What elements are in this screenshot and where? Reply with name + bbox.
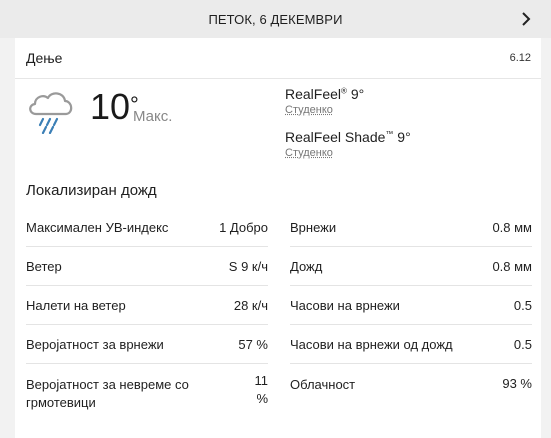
trademark-mark: ™ — [385, 129, 393, 138]
detail-value: 0.5 — [514, 298, 532, 313]
details-right-column: Врнежи 0.8 мм Дожд 0.8 мм Часови на врне… — [290, 208, 532, 422]
detail-row: Часови на врнежи 0.5 — [290, 286, 532, 325]
period-date: 6.12 — [510, 52, 531, 64]
detail-row: Веројатност за врнежи 57 % — [26, 325, 268, 364]
detail-value: 0.8 мм — [492, 259, 532, 274]
period-label: Дење — [26, 50, 62, 66]
detail-value: 1 Добро — [219, 220, 268, 235]
detail-value: S 9 к/ч — [229, 259, 268, 274]
detail-label: Максимален УВ-индекс — [26, 220, 168, 235]
detail-label: Дожд — [290, 259, 322, 274]
temperature: 10° — [90, 87, 139, 127]
detail-row: Часови на врнежи од дожд 0.5 — [290, 325, 532, 364]
period-header: Дење 6.12 — [15, 38, 541, 79]
trademark-mark: ® — [341, 86, 347, 95]
detail-value: 0.8 мм — [492, 220, 532, 235]
realfeel: RealFeel® 9° Студенко — [285, 86, 364, 116]
temperature-label: Макс. — [133, 108, 172, 125]
detail-row: Дожд 0.8 мм — [290, 247, 532, 286]
detail-value: 0.5 — [514, 337, 532, 352]
detail-row: Ветер S 9 к/ч — [26, 247, 268, 286]
realfeel-value: 9° — [351, 86, 364, 102]
current-conditions: 10° Макс. RealFeel® 9° Студенко RealFeel… — [15, 79, 541, 179]
forecast-card: Дење 6.12 10° Макс. RealFeel® 9° Студенк… — [15, 38, 541, 438]
detail-label: Облачност — [290, 376, 475, 394]
detail-label: Веројатност за врнежи — [26, 337, 164, 352]
realfeel-shade: RealFeel Shade™ 9° Студенко — [285, 129, 411, 159]
detail-label: Часови на врнежи од дожд — [290, 337, 453, 352]
weather-phrase: Локализиран дожд — [26, 182, 157, 199]
detail-label: Врнежи — [290, 220, 336, 235]
realfeel-desc[interactable]: Студенко — [285, 104, 364, 116]
rain-cloud-icon — [26, 88, 76, 134]
chevron-right-icon[interactable] — [521, 12, 531, 26]
detail-label: Налети на ветер — [26, 298, 126, 313]
temperature-value: 10 — [90, 86, 130, 127]
detail-label: Часови на врнежи — [290, 298, 400, 313]
realfeel-shade-label: RealFeel Shade — [285, 129, 385, 145]
realfeel-label: RealFeel — [285, 86, 341, 102]
details-left-column: Максимален УВ-индекс 1 Добро Ветер S 9 к… — [26, 208, 268, 422]
detail-row: Врнежи 0.8 мм — [290, 208, 532, 247]
nav-date: ПЕТОК, 6 ДЕКЕМВРИ — [0, 12, 551, 27]
detail-value: 28 к/ч — [234, 298, 268, 313]
detail-row: Максимален УВ-индекс 1 Добро — [26, 208, 268, 247]
date-navigation-bar: ПЕТОК, 6 ДЕКЕМВРИ — [0, 0, 551, 38]
detail-row: Веројатност за невреме со грмотевици 11 … — [26, 364, 268, 422]
detail-value: 57 % — [238, 337, 268, 352]
detail-row: Облачност 93 % — [290, 364, 532, 422]
detail-row: Налети на ветер 28 к/ч — [26, 286, 268, 325]
detail-value: 93 % — [502, 376, 532, 391]
detail-label: Веројатност за невреме со грмотевици — [26, 376, 211, 412]
realfeel-shade-desc[interactable]: Студенко — [285, 147, 411, 159]
detail-value: 11 % — [248, 372, 268, 408]
detail-label: Ветер — [26, 259, 62, 274]
realfeel-shade-value: 9° — [397, 129, 410, 145]
